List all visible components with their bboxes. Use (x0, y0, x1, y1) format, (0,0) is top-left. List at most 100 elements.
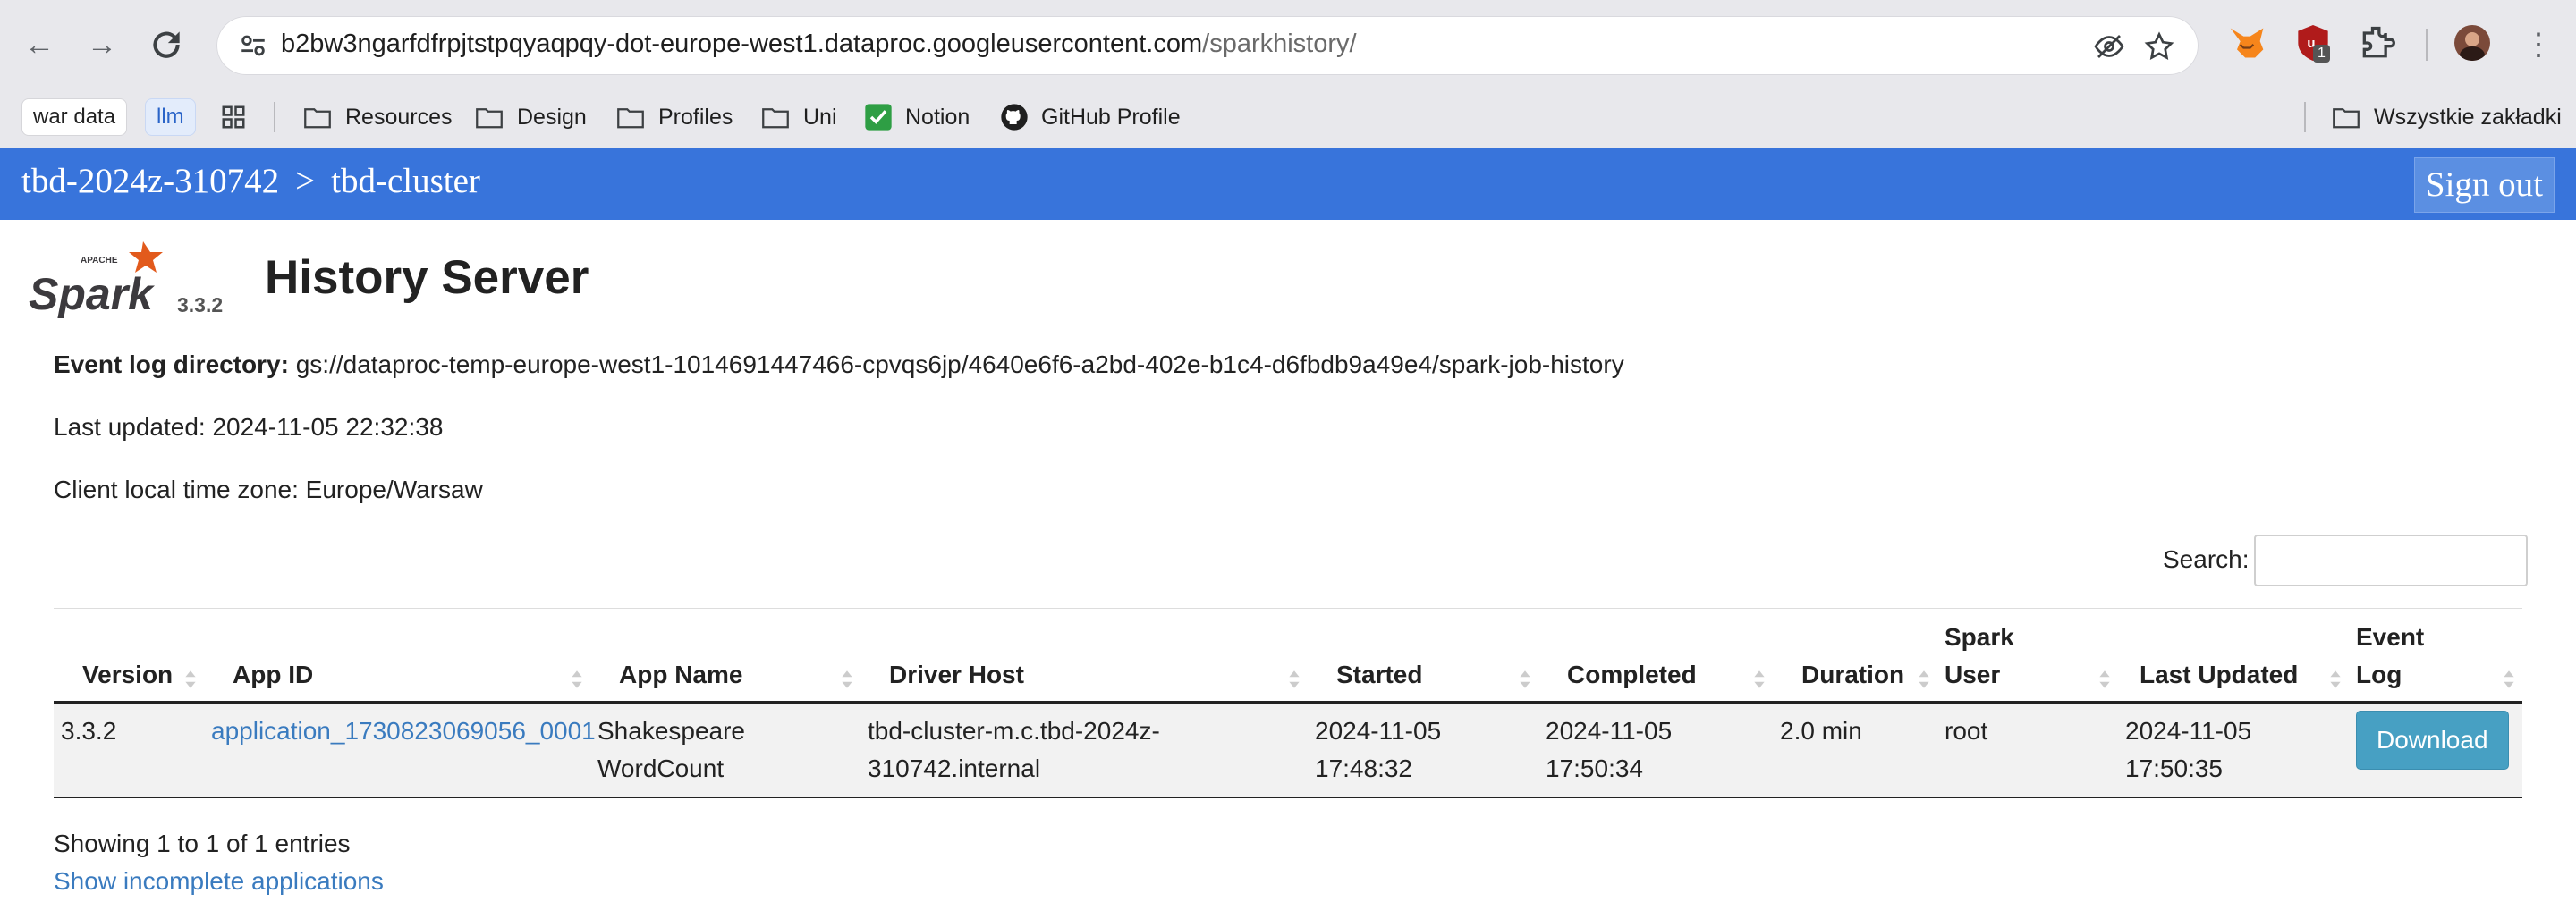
bookmark-llm[interactable]: llm (145, 98, 196, 136)
cell-completed: 2024-11-05 17:50:34 (1538, 702, 1773, 798)
browser-chrome: ← → b2bw3ngarfdfrpjtstpqyaqpqy-dot-europ… (0, 0, 2576, 148)
reload-icon[interactable] (147, 25, 186, 64)
event-log-label: Event log directory: (54, 350, 289, 378)
breadcrumb: tbd-2024z-310742 > tbd-cluster (21, 161, 480, 201)
address-bar[interactable]: b2bw3ngarfdfrpjtstpqyaqpqy-dot-europe-we… (216, 16, 2199, 75)
eye-slash-icon[interactable] (2093, 30, 2125, 63)
address-row: ← → b2bw3ngarfdfrpjtstpqyaqpqy-dot-europ… (0, 0, 2576, 89)
column-label: Completed (1567, 661, 1697, 688)
spark-logo[interactable]: APACHE Spark (27, 238, 170, 319)
cell-started: 2024-11-05 17:48:32 (1308, 702, 1538, 798)
applications-table: Version App ID App Name Driver Host Star… (54, 613, 2522, 798)
event-log-directory: Event log directory: gs://dataproc-temp-… (54, 350, 1624, 379)
column-label: Started (1336, 661, 1423, 688)
folder-icon (304, 108, 331, 129)
forward-icon[interactable]: → (82, 25, 122, 64)
cell-spark-user: root (1937, 702, 2118, 798)
column-label: App Name (619, 661, 743, 688)
sort-icon (1919, 670, 1929, 688)
search-label: Search: (2163, 545, 2250, 573)
breadcrumb-project[interactable]: tbd-2024z-310742 (21, 162, 279, 200)
column-header-app-name[interactable]: App Name (590, 613, 860, 704)
last-updated-text: Last updated: 2024-11-05 22:32:38 (54, 413, 444, 441)
logo-spark-text: Spark (29, 269, 155, 318)
event-log-value: gs://dataproc-temp-europe-west1-10146914… (295, 350, 1624, 378)
table-top-divider (54, 608, 2522, 609)
bookmark-folder-resources[interactable]: Resources (304, 98, 453, 136)
toolbar-divider (2426, 29, 2428, 61)
bookmark-all-bookmarks[interactable]: Wszystkie zakładki (2333, 98, 2562, 136)
dataproc-header-bar: tbd-2024z-310742 > tbd-cluster Sign out (0, 148, 2576, 220)
bookmark-label: Profiles (658, 104, 733, 130)
url-path: /sparkhistory/ (1202, 30, 1357, 58)
column-label: Duration (1801, 661, 1905, 688)
sort-icon (1289, 670, 1300, 688)
checkbox-icon (865, 104, 892, 131)
folder-icon (762, 108, 789, 129)
bookmark-divider (2304, 102, 2306, 132)
bookmark-folder-profiles[interactable]: Profiles (617, 98, 733, 136)
column-label: Version (82, 661, 174, 688)
star-icon[interactable] (2143, 30, 2175, 63)
cell-duration: 2.0 min (1773, 702, 1937, 798)
back-icon[interactable]: ← (20, 25, 59, 64)
column-label: Spark User (1945, 623, 2014, 688)
column-label: App ID (233, 661, 314, 688)
apps-grid-icon[interactable] (220, 104, 247, 131)
cell-app-id: application_1730823069056_0001 (204, 702, 596, 798)
cell-driver-host: tbd-cluster-m.c.tbd-2024z-310742.interna… (860, 702, 1308, 798)
column-label: Last Updated (2140, 661, 2299, 688)
more-menu-icon[interactable]: ⋮ (2519, 25, 2558, 64)
entries-info: Showing 1 to 1 of 1 entries (54, 830, 351, 857)
ublock-shield-icon[interactable]: u 1 (2295, 23, 2334, 66)
column-label: Event Log (2356, 623, 2425, 688)
site-settings-icon[interactable] (238, 30, 268, 61)
sort-icon (2504, 670, 2514, 688)
bookmark-war-data[interactable]: war data (21, 98, 128, 136)
sign-out-button[interactable]: Sign out (2413, 157, 2555, 213)
app-id-link[interactable]: application_1730823069056_0001 (211, 717, 596, 745)
column-header-completed[interactable]: Completed (1538, 613, 1773, 704)
bookmark-github-profile[interactable]: GitHub Profile (1000, 98, 1181, 136)
breadcrumb-cluster[interactable]: tbd-cluster (331, 162, 480, 200)
table-row: 3.3.2 application_1730823069056_0001 Sha… (54, 702, 2522, 798)
download-button[interactable]: Download (2356, 711, 2509, 770)
column-header-last-updated[interactable]: Last Updated (2118, 613, 2349, 704)
bookmark-folder-design[interactable]: Design (476, 98, 587, 136)
extensions-puzzle-icon[interactable] (2358, 23, 2397, 63)
url-host: b2bw3ngarfdfrpjtstpqyaqpqy-dot-europe-we… (281, 30, 1203, 58)
url-text[interactable]: b2bw3ngarfdfrpjtstpqyaqpqy-dot-europe-we… (281, 30, 1357, 59)
logo-apache-text: APACHE (80, 256, 118, 266)
bookmark-label: war data (33, 105, 116, 129)
bookmark-label: Resources (345, 104, 453, 130)
bookmark-label: Wszystkie zakładki (2374, 104, 2562, 130)
column-header-app-id[interactable]: App ID (204, 613, 590, 704)
bookmark-label: Design (517, 104, 587, 130)
column-header-duration[interactable]: Duration (1773, 613, 1937, 704)
cell-app-name: Shakespeare WordCount (590, 702, 860, 798)
bookmark-divider (274, 102, 275, 132)
profile-avatar[interactable] (2454, 25, 2490, 61)
column-header-driver-host[interactable]: Driver Host (860, 613, 1308, 704)
table-header-row: Version App ID App Name Driver Host Star… (54, 613, 2522, 704)
column-header-event-log[interactable]: Event Log (2349, 613, 2522, 704)
bookmarks-bar: war data llm Resources Design Profiles U… (0, 89, 2576, 147)
sort-icon (2330, 670, 2341, 688)
page-title: History Server (265, 251, 589, 304)
metamask-fox-icon[interactable] (2227, 23, 2267, 63)
column-label: Driver Host (889, 661, 1024, 688)
sort-icon (185, 670, 196, 688)
folder-icon (2333, 108, 2360, 129)
column-header-version[interactable]: Version (54, 613, 204, 704)
bookmark-label: Uni (803, 104, 837, 130)
column-header-started[interactable]: Started (1308, 613, 1538, 704)
column-header-spark-user[interactable]: Spark User (1937, 613, 2118, 704)
show-incomplete-link[interactable]: Show incomplete applications (54, 867, 384, 896)
bookmark-label: Notion (905, 104, 970, 130)
sort-icon (842, 670, 852, 688)
bookmark-folder-uni[interactable]: Uni (762, 98, 837, 136)
search-input[interactable] (2254, 535, 2528, 586)
timezone-text: Client local time zone: Europe/Warsaw (54, 476, 483, 503)
sort-icon (572, 670, 582, 688)
bookmark-notion[interactable]: Notion (864, 98, 970, 136)
